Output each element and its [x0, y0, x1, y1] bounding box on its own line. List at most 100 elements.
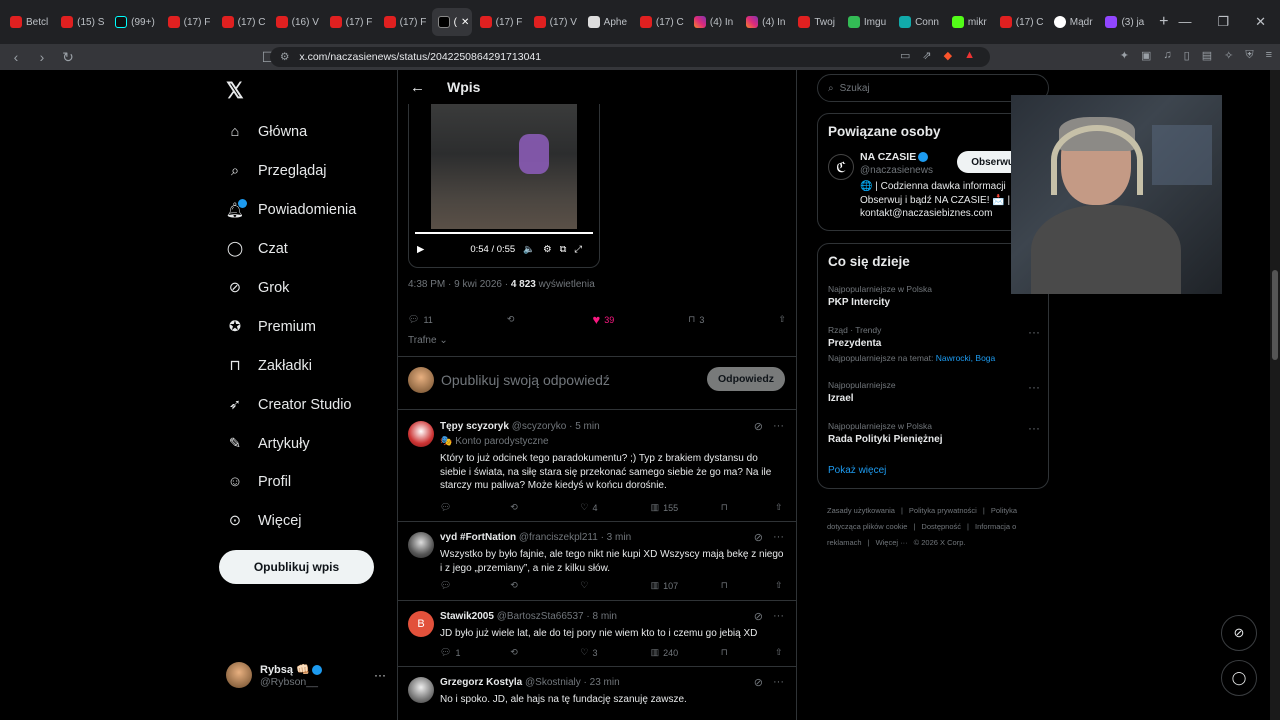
grok-icon[interactable]: ⊘ [754, 676, 763, 689]
minimize-icon[interactable]: — [1179, 14, 1192, 30]
more-icon[interactable]: ··· [374, 668, 386, 682]
sidebar-item-premium[interactable]: ✪ Premium [226, 313, 316, 341]
grok-icon[interactable]: ⊘ [754, 610, 763, 623]
browser-tab[interactable]: (✕ [431, 8, 472, 36]
media-icon[interactable]: ♫ [1163, 49, 1171, 62]
na-czasie-logo-icon[interactable]: ℭ [828, 154, 854, 180]
reply-action[interactable]: 💬︎ 1 [440, 647, 470, 658]
avatar[interactable]: B [408, 611, 434, 637]
reply-button[interactable]: Odpowiedz [707, 367, 785, 391]
video-player[interactable]: ▶ 0:54 / 0:55 🔈 ⚙ ⧉ ⤢ [408, 104, 600, 268]
views-action[interactable]: ▥ 155 [651, 502, 681, 513]
views-action[interactable]: ▥ 240 [651, 647, 681, 658]
brave-shield-icon[interactable]: ◆ [944, 49, 952, 62]
footer-link[interactable]: Polityka prywatności [909, 506, 977, 515]
bookmark-action[interactable]: ⊓ [721, 502, 735, 513]
sidebar-item-czat[interactable]: ◯ Czat [226, 235, 288, 263]
pip-icon[interactable]: ⧉ [560, 244, 567, 255]
sidebar-icon[interactable]: ▯ [1184, 49, 1190, 62]
sidebar-item-powiadomienia[interactable]: 🔔︎ Powiadomienia [226, 196, 356, 224]
share-action[interactable]: ⇧ [778, 312, 786, 327]
share-icon[interactable]: ⇗ [922, 49, 931, 62]
reply-input[interactable]: Opublikuj swoją odpowiedź [441, 372, 610, 388]
browser-tab[interactable]: Imgu [842, 8, 891, 36]
more-icon[interactable]: ··· [1028, 325, 1040, 339]
person-name[interactable]: NA CZASIE [860, 151, 916, 163]
wallet-icon[interactable]: ▤ [1202, 49, 1212, 62]
show-more-link[interactable]: Pokaż więcej [828, 465, 886, 476]
account-switcher[interactable]: Rybsą 👊🏻 @Rybson__ ··· [226, 658, 386, 692]
sidebar-item-creator-studio[interactable]: ➶ Creator Studio [226, 391, 352, 419]
sidebar-item-główna[interactable]: ⌂ Główna [226, 118, 308, 146]
reply-item[interactable]: Tępy scyzoryk @scyzoryko · 5 min ⊘ ··· 🎭 Ko… [398, 411, 796, 522]
browser-tab[interactable]: (15) S [55, 8, 107, 36]
maximize-icon[interactable]: ❐ [1218, 14, 1230, 30]
avatar[interactable] [408, 677, 434, 703]
extensions-icon[interactable]: ✦ [1120, 49, 1129, 62]
browser-tab[interactable]: Aphe [582, 8, 632, 36]
reply-author-name[interactable]: vyd #FortNation [440, 532, 516, 543]
browser-tab[interactable]: Twoj [792, 8, 840, 36]
reply-action[interactable]: 💬︎ [440, 580, 470, 591]
more-icon[interactable]: ··· [773, 610, 784, 623]
repost-action[interactable]: ⟲ [510, 580, 540, 591]
back-icon[interactable]: ‹ [6, 49, 26, 65]
share-action[interactable]: ⇧ [775, 502, 785, 513]
settings-icon[interactable]: ⚙ [543, 244, 552, 255]
browser-tab[interactable]: (17) F [324, 8, 376, 36]
trend-item[interactable]: Najpopularniejsze w Polska PKP Intercity [828, 284, 1040, 308]
site-info-icon[interactable]: ⚙ [280, 51, 289, 63]
views-action[interactable]: ▥ 107 [651, 580, 681, 591]
menu-icon[interactable]: ≡ [1266, 49, 1272, 62]
avatar[interactable] [408, 421, 434, 447]
more-icon[interactable]: ··· [773, 676, 784, 689]
repost-action[interactable]: ⟲ [507, 312, 519, 327]
sidebar-item-zakładki[interactable]: ⊓ Zakładki [226, 352, 312, 380]
browser-tab[interactable]: (4) In [740, 8, 790, 36]
footer-link[interactable]: Zasady użytkowania [827, 506, 895, 515]
more-icon[interactable]: ··· [773, 420, 784, 433]
reply-author-name[interactable]: Grzegorz Kostyla [440, 677, 522, 688]
browser-tab[interactable]: (3) ja [1099, 8, 1149, 36]
reply-action[interactable]: 💬︎ 11 [408, 312, 433, 327]
repost-action[interactable]: ⟲ [510, 502, 540, 513]
browser-tab[interactable]: (99+) [109, 8, 160, 36]
trend-item[interactable]: Najpopularniejsze Izrael ··· [828, 380, 1040, 404]
like-action[interactable]: ♥ 39 [592, 312, 614, 327]
reply-item[interactable]: Grzegorz Kostyla @Skostnialy · 23 min ⊘ ··… [398, 667, 796, 720]
post-time[interactable]: 4:38 PM · 9 kwi 2026 · [408, 279, 511, 290]
reply-item[interactable]: B Stawik2005 @BartoszSta66537 · 8 min ⊘ ···… [398, 601, 796, 667]
tab-search-icon[interactable]: ▣ [1141, 49, 1151, 62]
browser-tab[interactable]: (4) In [688, 8, 738, 36]
sidebar-item-artykuły[interactable]: ✎ Artykuły [226, 430, 310, 458]
browser-tab[interactable]: (17) C [634, 8, 686, 36]
grok-icon[interactable]: ⊘ [754, 531, 763, 544]
vpn-icon[interactable]: ⛨ [1245, 49, 1253, 62]
browser-tab[interactable]: (17) F [378, 8, 430, 36]
browser-tab[interactable]: (17) C [994, 8, 1046, 36]
publish-post-button[interactable]: Opublikuj wpis [219, 550, 374, 584]
bookmark-action[interactable]: ⊓ [721, 580, 735, 591]
reply-author-name[interactable]: Stawik2005 [440, 611, 494, 622]
browser-tab[interactable]: (17) C [216, 8, 268, 36]
brave-rewards-icon[interactable]: ▲ [964, 49, 975, 62]
footer-link[interactable]: Więcej ··· [876, 538, 908, 547]
more-icon[interactable]: ··· [773, 531, 784, 544]
browser-tab[interactable]: (16) V [270, 8, 322, 36]
sidebar-item-profil[interactable]: ☺ Profil [226, 468, 291, 496]
sidebar-item-przeglądaj[interactable]: ⌕ Przeglądaj [226, 157, 327, 185]
like-action[interactable]: ♡ 4 [580, 502, 610, 513]
browser-tab[interactable]: Conn [893, 8, 944, 36]
reply-action[interactable]: 💬︎ [440, 502, 470, 513]
reload-icon[interactable]: ↻ [58, 49, 78, 66]
address-bar[interactable]: ⚙ x.com/naczasienews/status/204225086429… [270, 47, 990, 67]
like-action[interactable]: ♡ [580, 580, 610, 591]
leo-icon[interactable]: ✧ [1224, 49, 1233, 62]
sidebar-item-grok[interactable]: ⊘ Grok [226, 274, 290, 302]
browser-tab[interactable]: (17) F [474, 8, 526, 36]
browser-tab[interactable]: Betcl [4, 8, 53, 36]
footer-link[interactable]: Dostępność [921, 522, 961, 531]
x-logo-icon[interactable]: 𝕏 [226, 78, 244, 104]
close-tab-icon[interactable]: ✕ [461, 17, 469, 28]
browser-tab[interactable]: (17) F [162, 8, 214, 36]
